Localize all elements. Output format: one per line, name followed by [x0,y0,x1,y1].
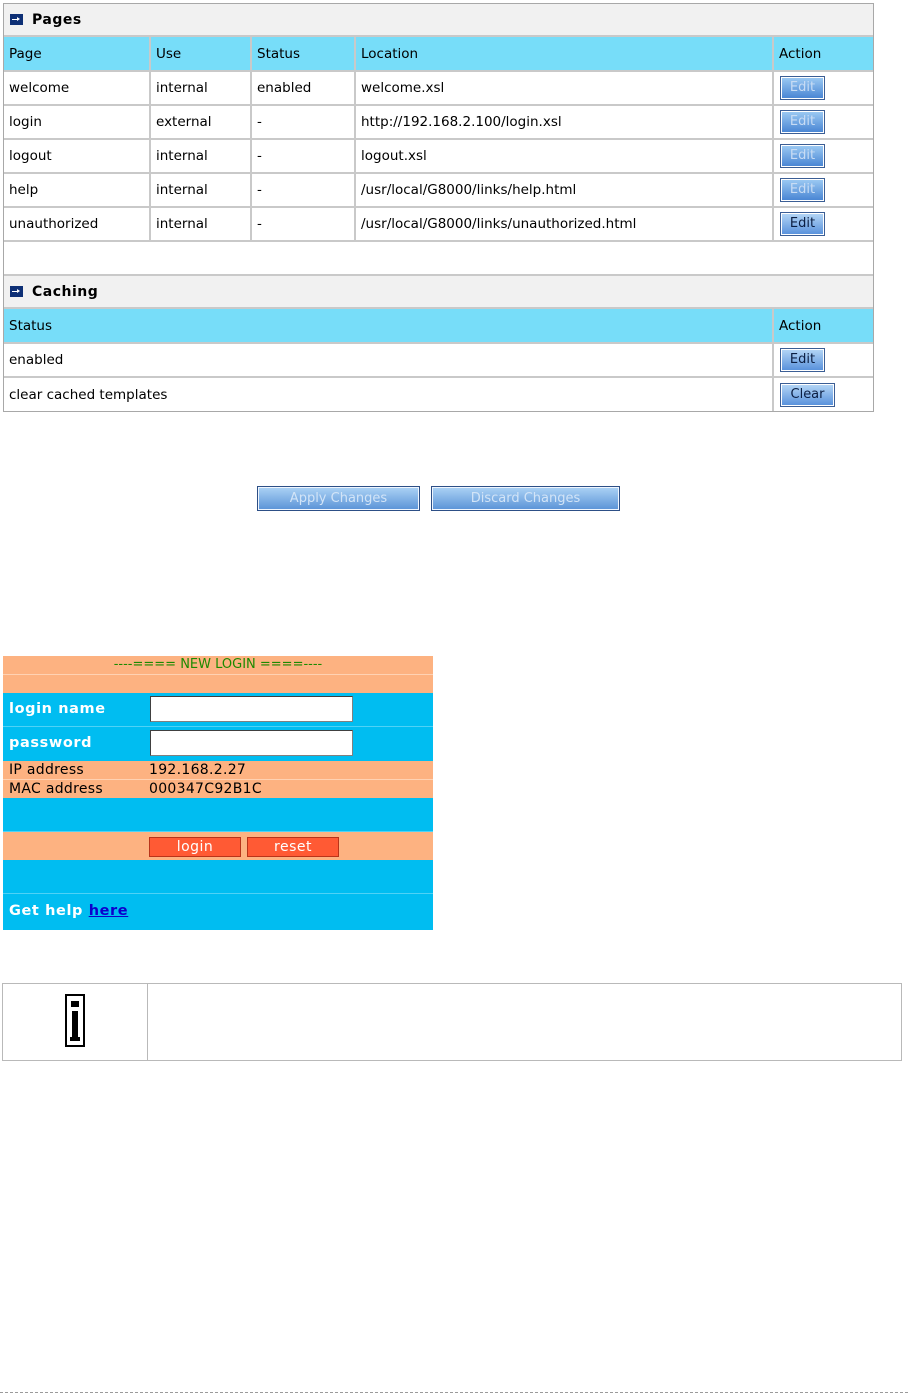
login-name-row: login name [3,693,433,727]
apply-changes-button[interactable]: Apply Changes [257,486,420,511]
status-cell: - [251,173,356,208]
note-icon-cell [3,984,148,1060]
pages-section-header: Pages [4,4,873,37]
use-cell: external [150,105,252,140]
edit-button-welcome[interactable]: Edit [780,76,825,100]
spacer-row [3,798,433,832]
location-cell: logout.xsl [355,139,774,174]
column-header-status: Status [251,37,356,72]
table-row: login external - http://192.168.2.100/lo… [4,105,873,140]
templates-panel: Pages Page Use Status Location Action we… [3,3,874,412]
column-header-status: Status [4,309,774,344]
status-cell: - [251,105,356,140]
page-cell: help [4,173,151,208]
edit-button-help[interactable]: Edit [780,178,825,202]
clear-templates-cell: clear cached templates [4,377,774,411]
page-cell: unauthorized [4,207,151,242]
pages-table-header: Page Use Status Location Action [4,37,873,72]
login-banner: ----==== NEW LOGIN ====---- [3,656,433,674]
table-row: clear cached templates Clear [4,377,873,411]
status-cell: - [251,207,356,242]
use-cell: internal [150,207,252,242]
discard-changes-button[interactable]: Discard Changes [431,486,620,511]
use-cell: internal [150,71,252,106]
action-cell: Edit [773,207,873,242]
location-cell: /usr/local/G8000/links/unauthorized.html [355,207,774,242]
spacer-row [3,860,433,894]
table-row: welcome internal enabled welcome.xsl Edi… [4,71,873,106]
ip-label: IP address [9,762,85,778]
clear-cache-button[interactable]: Clear [780,382,835,407]
column-header-location: Location [355,37,774,72]
arrow-right-box-icon [10,14,23,25]
spacer-row [4,242,873,276]
column-header-use: Use [150,37,252,72]
page-cell: logout [4,139,151,174]
action-cell: Clear [773,377,873,411]
note-text-cell [148,984,901,1060]
use-cell: internal [150,139,252,174]
info-icon [65,994,85,1047]
column-header-action: Action [773,309,873,344]
login-button[interactable]: login [149,837,241,857]
table-row: logout internal - logout.xsl Edit [4,139,873,174]
pages-section-title: Pages [32,11,82,28]
caching-status-cell: enabled [4,343,774,378]
caching-table: Status Action enabled Edit clear cached … [4,309,873,411]
login-name-label: login name [9,701,106,717]
mac-row: MAC address 000347C92B1C [3,779,433,798]
action-cell: Edit [773,71,873,106]
mac-value: 000347C92B1C [149,781,262,797]
use-cell: internal [150,173,252,208]
action-cell: Edit [773,173,873,208]
status-cell: - [251,139,356,174]
column-header-action: Action [773,37,873,72]
table-row: unauthorized internal - /usr/local/G8000… [4,207,873,242]
column-header-page: Page [4,37,151,72]
login-name-input[interactable] [150,696,353,722]
edit-caching-button[interactable]: Edit [780,348,825,372]
caching-section-header: Caching [4,276,873,309]
caching-table-header: Status Action [4,309,873,344]
help-row: Get help here [3,894,433,930]
password-row: password [3,727,433,761]
login-page-preview: ----==== NEW LOGIN ====---- login name p… [3,656,433,930]
location-cell: /usr/local/G8000/links/help.html [355,173,774,208]
edit-button-unauthorized[interactable]: Edit [780,212,825,236]
help-text: Get help [9,903,84,919]
help-text-wrap: Get help here [9,903,128,919]
status-cell: enabled [251,71,356,106]
password-input[interactable] [150,730,353,756]
page-cell: login [4,105,151,140]
arrow-right-box-icon [10,286,23,297]
ip-value: 192.168.2.27 [149,762,247,778]
table-row: enabled Edit [4,343,873,378]
action-cell: Edit [773,343,873,378]
banner-spacer [3,674,433,693]
page-cell: welcome [4,71,151,106]
location-cell: http://192.168.2.100/login.xsl [355,105,774,140]
action-cell: Edit [773,105,873,140]
table-row: help internal - /usr/local/G8000/links/h… [4,173,873,208]
footer-divider [0,1392,908,1393]
login-buttons-row: login reset [3,832,433,860]
info-note [2,983,902,1061]
help-link[interactable]: here [89,903,129,919]
mac-label: MAC address [9,781,103,797]
edit-button-logout[interactable]: Edit [780,144,825,168]
caching-section-title: Caching [32,283,99,300]
location-cell: welcome.xsl [355,71,774,106]
edit-button-login[interactable]: Edit [780,110,825,134]
reset-button[interactable]: reset [247,837,339,857]
pages-table: Page Use Status Location Action welcome … [4,37,873,242]
action-cell: Edit [773,139,873,174]
password-label: password [9,735,93,751]
ip-row: IP address 192.168.2.27 [3,761,433,779]
